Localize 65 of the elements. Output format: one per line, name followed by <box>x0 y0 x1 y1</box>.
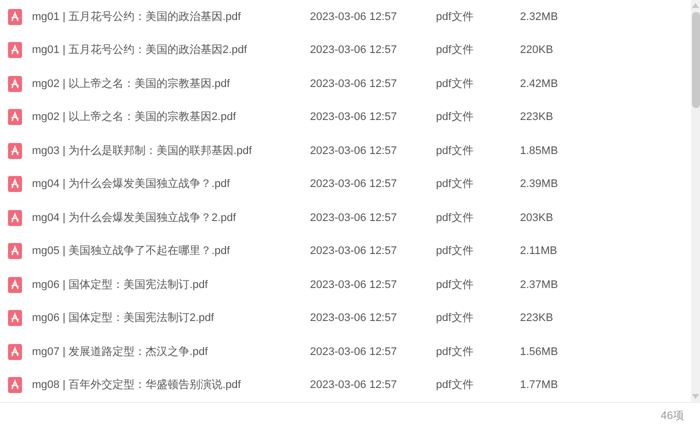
file-name[interactable]: mg04 | 为什么会爆发美国独立战争？2.pdf <box>32 210 310 226</box>
file-size: 1.77MB <box>520 378 558 393</box>
pdf-icon <box>8 142 22 159</box>
file-size: 1.56MB <box>520 344 558 360</box>
pdf-icon <box>8 344 22 360</box>
pdf-icon <box>8 210 22 226</box>
file-type: pdf文件 <box>436 144 474 158</box>
modified-date: 2023-03-06 12:57 <box>310 344 398 360</box>
pdf-icon <box>8 377 22 394</box>
file-name[interactable]: mg06 | 国体定型：美国宪法制订.pdf <box>32 276 310 293</box>
pdf-icon <box>8 276 22 293</box>
pdf-icon <box>8 243 22 260</box>
file-type: pdf文件 <box>436 210 474 226</box>
pdf-icon <box>8 176 22 192</box>
file-name[interactable]: mg05 | 美国独立战争了不起在哪里？.pdf <box>32 243 310 260</box>
modified-date: 2023-03-06 12:57 <box>310 244 398 259</box>
file-type: pdf文件 <box>436 76 474 92</box>
item-count: 46项 <box>660 408 684 424</box>
scrollbar[interactable] <box>691 0 700 402</box>
file-size: 2.11MB <box>520 244 558 259</box>
modified-date: 2023-03-06 12:57 <box>310 110 398 125</box>
file-size: 223KB <box>520 110 554 125</box>
modified-date: 2023-03-06 12:57 <box>310 76 398 92</box>
file-name[interactable]: mg02 | 以上帝之名：美国的宗教基因2.pdf <box>32 109 310 126</box>
modified-date: 2023-03-06 12:57 <box>310 378 398 393</box>
modified-date: 2023-03-06 12:57 <box>310 43 398 58</box>
file-size: 223KB <box>520 311 554 326</box>
pdf-icon <box>8 76 22 92</box>
file-name[interactable]: mg02 | 以上帝之名：美国的宗教基因.pdf <box>32 76 310 92</box>
file-type: pdf文件 <box>436 244 474 259</box>
file-name[interactable]: mg04 | 为什么会爆发美国独立战争？.pdf <box>32 176 310 192</box>
modified-date: 2023-03-06 12:57 <box>310 177 398 192</box>
file-name[interactable]: mg01 | 五月花号公约：美国的政治基因2.pdf <box>32 42 310 58</box>
scrollbar-thumb[interactable] <box>692 12 700 108</box>
pdf-icon <box>8 310 22 326</box>
file-size: 2.32MB <box>520 10 558 24</box>
file-type: pdf文件 <box>436 378 474 393</box>
pdf-icon <box>8 42 22 58</box>
pdf-icon <box>8 8 22 25</box>
modified-date: 2023-03-06 12:57 <box>310 10 398 24</box>
file-size: 2.39MB <box>520 177 558 192</box>
file-type: pdf文件 <box>436 278 474 292</box>
file-name[interactable]: mg01 | 五月花号公约：美国的政治基因.pdf <box>32 8 310 25</box>
file-name[interactable]: mg08 | 百年外交定型：华盛顿告别演说.pdf <box>32 377 310 394</box>
file-type: pdf文件 <box>436 344 474 360</box>
file-type: pdf文件 <box>436 42 474 58</box>
modified-date: 2023-03-06 12:57 <box>310 210 398 226</box>
file-size: 2.42MB <box>520 76 558 92</box>
file-size: 203KB <box>520 210 554 226</box>
file-name[interactable]: mg07 | 发展道路定型：杰汉之争.pdf <box>32 344 310 360</box>
file-size: 220KB <box>520 43 554 58</box>
modified-date: 2023-03-06 12:57 <box>310 278 398 292</box>
file-type: pdf文件 <box>436 110 474 125</box>
file-type: pdf文件 <box>436 176 474 192</box>
file-name[interactable]: mg06 | 国体定型：美国宪法制订2.pdf <box>32 310 310 326</box>
file-type: pdf文件 <box>436 10 474 24</box>
file-size: 2.37MB <box>520 278 558 292</box>
modified-date: 2023-03-06 12:57 <box>310 144 398 158</box>
file-size: 1.85MB <box>520 144 558 158</box>
file-name[interactable]: mg03 | 为什么是联邦制：美国的联邦基因.pdf <box>32 142 310 159</box>
file-type: pdf文件 <box>436 310 474 326</box>
scroll-up-icon[interactable] <box>692 3 699 8</box>
scroll-down-icon[interactable] <box>692 394 699 399</box>
modified-date: 2023-03-06 12:57 <box>310 311 398 326</box>
pdf-icon <box>8 109 22 126</box>
